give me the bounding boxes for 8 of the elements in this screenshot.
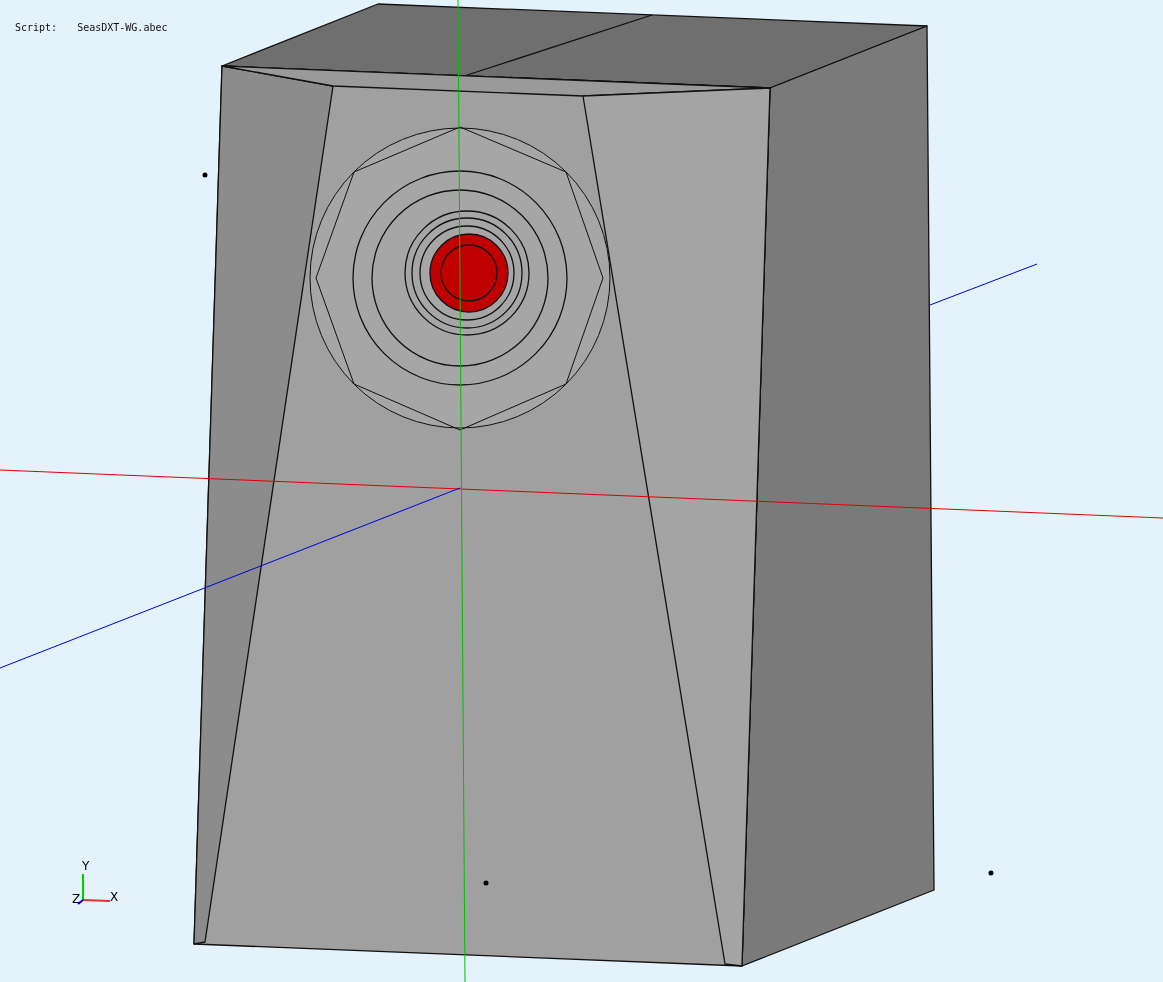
point-marker: [483, 880, 489, 886]
axis-label: Y: [82, 859, 90, 873]
point-marker: [988, 870, 994, 876]
point-marker: [202, 172, 208, 178]
script-label: Script:: [15, 22, 58, 33]
axis-label: X: [110, 890, 119, 904]
axis-label: Z: [72, 892, 81, 906]
script-file-name: SeasDXT-WG.abec: [77, 22, 168, 33]
